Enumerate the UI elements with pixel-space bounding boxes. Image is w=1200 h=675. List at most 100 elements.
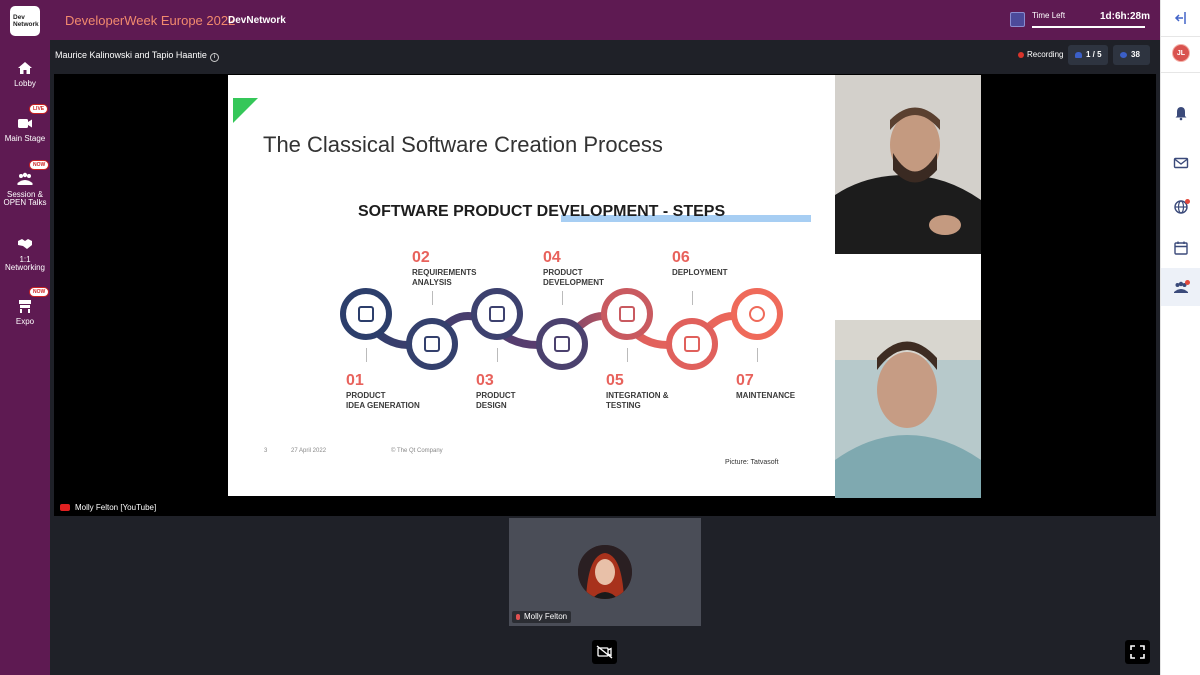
tick (757, 348, 758, 362)
step-04-node (536, 318, 588, 370)
collapse-icon[interactable] (1173, 10, 1189, 26)
speaker-camera-2 (835, 320, 981, 498)
video-camera-icon (18, 119, 32, 128)
step-text: INTEGRATION & TESTING (606, 391, 669, 410)
recording-label: Recording (1027, 50, 1064, 59)
sidebar-item-label: Expo (15, 317, 35, 326)
maintenance-icon (749, 306, 765, 322)
tick (497, 348, 498, 362)
now-badge: NOW (29, 160, 50, 170)
recording-dot-icon (1018, 52, 1024, 58)
step-text: PRODUCT DEVELOPMENT (543, 268, 604, 287)
step-text: DEPLOYMENT (672, 268, 728, 277)
tick (366, 348, 367, 362)
step-number: 05 (606, 372, 624, 389)
deployment-icon (684, 336, 700, 352)
step-07-label: 07 MAINTENANCE (736, 373, 795, 401)
fullscreen-icon (1130, 645, 1145, 659)
speaker-camera-1 (835, 75, 981, 254)
speakers-title: Maurice Kalinowski and Tapio Haantie i (55, 50, 219, 62)
sidebar-item-expo[interactable]: NOW Expo (0, 287, 50, 326)
step-04-label: 04 PRODUCT DEVELOPMENT (543, 250, 604, 288)
idea-icon (358, 306, 374, 322)
timer-icon (1010, 12, 1025, 27)
calendar-icon[interactable] (1173, 240, 1189, 256)
step-number: 02 (412, 249, 430, 266)
tick (627, 348, 628, 362)
step-03-label: 03 PRODUCT DESIGN (476, 373, 516, 411)
step-number: 04 (543, 249, 561, 266)
user-avatar[interactable]: JL (1172, 44, 1190, 62)
live-badge: LIVE (29, 104, 49, 114)
speakers-label: Maurice Kalinowski and Tapio Haantie (55, 50, 207, 60)
handshake-icon (18, 239, 32, 249)
step-number: 07 (736, 372, 754, 389)
participant-avatar (578, 545, 632, 599)
speaker-2-silhouette (835, 320, 981, 498)
step-01-node (340, 288, 392, 340)
step-02-node (406, 318, 458, 370)
camera-off-icon (596, 645, 613, 659)
event-title: DeveloperWeek Europe 2022 (65, 13, 236, 28)
sidebar-item-label: Session & OPEN Talks (3, 190, 47, 207)
picture-credit: Picture: Tatvasoft (725, 459, 779, 466)
sidebar-item-sessions[interactable]: NOW Session & OPEN Talks (0, 160, 50, 207)
presentation-slide: The Classical Software Creation Process … (228, 75, 835, 496)
participant-name: Molly Felton (524, 612, 568, 621)
participants-counter[interactable]: 1 / 5 (1068, 45, 1108, 65)
notification-dot (1185, 199, 1190, 204)
step-05-label: 05 INTEGRATION & TESTING (606, 373, 669, 411)
tick (562, 291, 563, 305)
tick (432, 291, 433, 305)
step-text: REQUIREMENTS ANALYSIS (412, 268, 477, 287)
right-sidebar: JL (1160, 0, 1200, 675)
mail-icon[interactable] (1173, 155, 1189, 171)
step-number: 03 (476, 372, 494, 389)
org-name: DevNetwork (228, 15, 286, 26)
process-chain (347, 311, 768, 350)
bell-icon[interactable] (1173, 105, 1189, 121)
time-left-progress (1032, 26, 1145, 28)
step-text: PRODUCT DESIGN (476, 391, 516, 410)
step-text: PRODUCT IDEA GENERATION (346, 391, 420, 410)
info-icon[interactable]: i (209, 53, 219, 62)
slide-company: © The Qt Company (391, 448, 443, 454)
viewers-counter[interactable]: 38 (1113, 45, 1150, 65)
devnetwork-logo[interactable]: Dev Network (10, 6, 40, 36)
mic-off-icon (516, 614, 520, 620)
viewers-count: 38 (1131, 50, 1140, 59)
speaker-1-silhouette (835, 75, 981, 254)
participants-count: 1 / 5 (1086, 50, 1102, 59)
slide-page-number: 3 (264, 448, 268, 454)
user-icon (1075, 52, 1082, 58)
testing-icon (619, 306, 635, 322)
step-01-label: 01 PRODUCT IDEA GENERATION (346, 373, 420, 411)
stream-source-label: Molly Felton [YouTube] (75, 503, 157, 512)
sidebar-item-label: 1:1 Networking (4, 255, 45, 272)
slide-date: 27 April 2022 (291, 448, 327, 454)
sidebar-item-label: Lobby (14, 79, 36, 88)
sidebar-item-lobby[interactable]: Lobby (0, 60, 50, 88)
home-icon (18, 62, 32, 74)
time-left-value: 1d:6h:28m (1100, 11, 1151, 22)
divider (1161, 72, 1200, 73)
sidebar-item-networking[interactable]: 1:1 Networking (0, 236, 50, 272)
tick (692, 291, 693, 305)
fullscreen-button[interactable] (1125, 640, 1150, 664)
step-number: 06 (672, 249, 690, 266)
top-bar: Dev Network DeveloperWeek Europe 2022 De… (0, 0, 1160, 40)
analysis-icon (424, 336, 440, 352)
design-icon (489, 306, 505, 322)
booth-icon (19, 300, 31, 313)
youtube-icon (60, 504, 70, 511)
sidebar-item-main-stage[interactable]: LIVE Main Stage (0, 104, 50, 143)
step-05-node (601, 288, 653, 340)
step-number: 01 (346, 372, 364, 389)
step-03-node (471, 288, 523, 340)
camera-toggle-button[interactable] (592, 640, 617, 664)
step-07-node (731, 288, 783, 340)
notification-dot (1185, 280, 1190, 285)
now-badge: NOW (29, 287, 50, 297)
logo-text: Dev Network (13, 14, 39, 28)
camera-gap (835, 254, 981, 320)
